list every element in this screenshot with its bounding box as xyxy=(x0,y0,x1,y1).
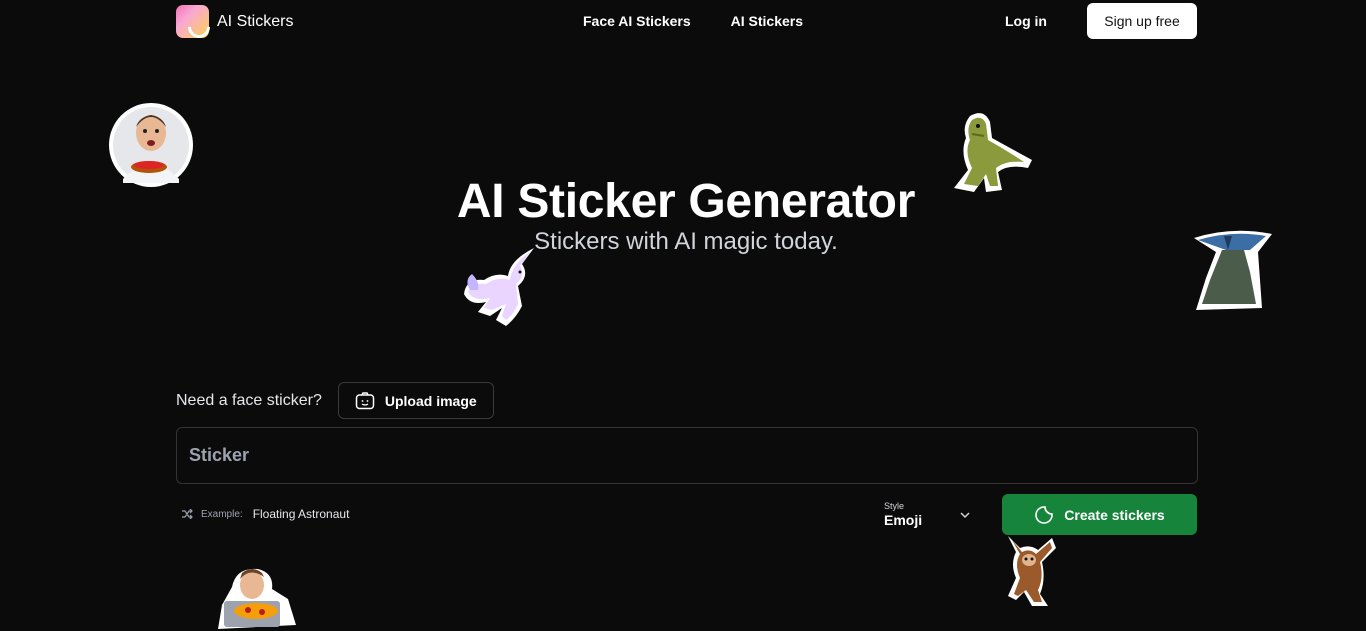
page-title: AI Sticker Generator xyxy=(456,175,916,228)
face-scan-icon xyxy=(355,391,375,409)
page-subtitle: Stickers with AI magic today. xyxy=(534,228,838,255)
sticker-icon xyxy=(1035,505,1054,524)
pizza-laptop-sticker xyxy=(218,568,296,629)
signup-button[interactable]: Sign up free xyxy=(1087,3,1197,39)
example-text: Floating Astronaut xyxy=(252,507,350,521)
login-link[interactable]: Log in xyxy=(1005,13,1047,29)
sticker-prompt-input[interactable] xyxy=(177,428,1197,483)
logo-icon xyxy=(176,5,209,38)
example-suggestion[interactable]: Example: Floating Astronaut xyxy=(181,507,349,521)
prompt-field xyxy=(176,427,1198,484)
shuffle-icon xyxy=(182,509,193,519)
example-label: Example: xyxy=(201,508,243,520)
nav-face-ai-stickers[interactable]: Face AI Stickers xyxy=(583,13,691,29)
face-sticker-row: Need a face sticker? Upload image xyxy=(176,382,494,419)
page: AI Stickers Face AI Stickers AI Stickers… xyxy=(0,0,1366,631)
nav-ai-stickers[interactable]: AI Stickers xyxy=(731,13,803,29)
create-stickers-button[interactable]: Create stickers xyxy=(1002,494,1197,535)
logo-text: AI Stickers xyxy=(217,12,294,30)
sloth-sticker xyxy=(1008,536,1056,606)
main-nav: Face AI Stickers AI Stickers xyxy=(583,13,803,29)
logo-link[interactable]: AI Stickers xyxy=(176,5,293,38)
face-sticker-label: Need a face sticker? xyxy=(176,391,322,409)
create-stickers-label: Create stickers xyxy=(1064,506,1165,523)
upload-image-button[interactable]: Upload image xyxy=(337,382,494,419)
unicorn-sticker xyxy=(464,248,534,326)
chevron-down-icon xyxy=(960,512,970,519)
upload-image-label: Upload image xyxy=(384,392,477,409)
style-select[interactable]: Style Emoji xyxy=(884,501,974,533)
style-caption: Style xyxy=(884,501,905,511)
